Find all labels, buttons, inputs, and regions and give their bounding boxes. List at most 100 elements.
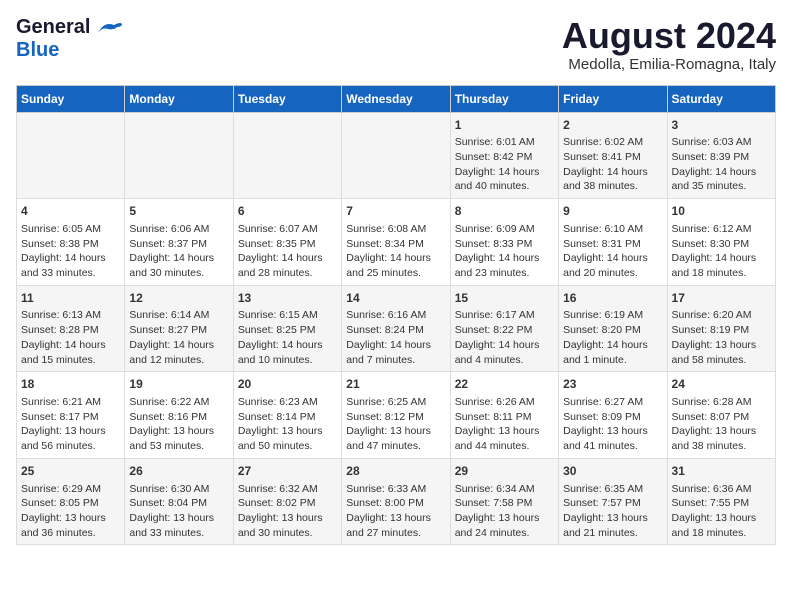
cell-2-4: 15Sunrise: 6:17 AM Sunset: 8:22 PM Dayli… — [450, 285, 558, 372]
cell-1-1: 5 Sunrise: 6:06 AM Sunset: 8:37 PM Daylig… — [125, 199, 233, 286]
day-content: Sunrise: 6:30 AM Sunset: 8:04 PM Dayligh… — [129, 482, 228, 541]
day-number: 22 — [455, 376, 554, 393]
day-content: Sunrise: 6:33 AM Sunset: 8:00 PM Dayligh… — [346, 482, 445, 541]
day-number: 26 — [129, 463, 228, 480]
day-content: Sunrise: 6:17 AM Sunset: 8:22 PM Dayligh… — [455, 308, 554, 367]
cell-0-6: 3Sunrise: 6:03 AM Sunset: 8:39 PM Daylig… — [667, 112, 775, 199]
day-content: Sunrise: 6:08 AM Sunset: 8:34 PM Dayligh… — [346, 222, 445, 281]
day-number: 8 — [455, 203, 554, 220]
logo-blue-text: Blue — [16, 39, 59, 61]
cell-4-6: 31 Sunrise: 6:36 AM Sunset: 7:55 PM Dayli… — [667, 458, 775, 545]
day-content: Sunrise: 6:28 AM Sunset: 8:07 PM Dayligh… — [672, 395, 771, 454]
cell-2-5: 16Sunrise: 6:19 AM Sunset: 8:20 PM Dayli… — [559, 285, 667, 372]
week-row-1: 1Sunrise: 6:01 AM Sunset: 8:42 PM Daylig… — [17, 112, 776, 199]
cell-1-2: 6Sunrise: 6:07 AM Sunset: 8:35 PM Daylig… — [233, 199, 341, 286]
day-number: 10 — [672, 203, 771, 220]
day-number: 4 — [21, 203, 120, 220]
day-number: 16 — [563, 290, 662, 307]
cell-2-6: 17Sunrise: 6:20 AM Sunset: 8:19 PM Dayli… — [667, 285, 775, 372]
cell-4-2: 27Sunrise: 6:32 AM Sunset: 8:02 PM Dayli… — [233, 458, 341, 545]
day-number: 11 — [21, 290, 120, 307]
cell-0-0 — [17, 112, 125, 199]
cell-0-4: 1Sunrise: 6:01 AM Sunset: 8:42 PM Daylig… — [450, 112, 558, 199]
day-number: 30 — [563, 463, 662, 480]
day-number: 27 — [238, 463, 337, 480]
day-content: Sunrise: 6:14 AM Sunset: 8:27 PM Dayligh… — [129, 308, 228, 367]
day-number: 31 — [672, 463, 771, 480]
day-content: Sunrise: 6:02 AM Sunset: 8:41 PM Dayligh… — [563, 135, 662, 194]
header-row: Sunday Monday Tuesday Wednesday Thursday… — [17, 85, 776, 112]
week-row-3: 11Sunrise: 6:13 AM Sunset: 8:28 PM Dayli… — [17, 285, 776, 372]
cell-3-2: 20 Sunrise: 6:23 AM Sunset: 8:14 PM Dayli… — [233, 372, 341, 459]
cell-3-1: 19Sunrise: 6:22 AM Sunset: 8:16 PM Dayli… — [125, 372, 233, 459]
day-content: Sunrise: 6:21 AM Sunset: 8:17 PM Dayligh… — [21, 395, 120, 454]
cell-1-0: 4Sunrise: 6:05 AM Sunset: 8:38 PM Daylig… — [17, 199, 125, 286]
day-content: Sunrise: 6:36 AM Sunset: 7:55 PM Dayligh… — [672, 482, 771, 541]
day-number: 29 — [455, 463, 554, 480]
day-number: 20 — [238, 376, 337, 393]
day-content: Sunrise: 6:06 AM Sunset: 8:37 PM Dayligh… — [129, 222, 228, 281]
day-content: Sunrise: 6:26 AM Sunset: 8:11 PM Dayligh… — [455, 395, 554, 454]
day-number: 17 — [672, 290, 771, 307]
cell-2-2: 13Sunrise: 6:15 AM Sunset: 8:25 PM Dayli… — [233, 285, 341, 372]
day-content: Sunrise: 6:29 AM Sunset: 8:05 PM Dayligh… — [21, 482, 120, 541]
cell-2-3: 14Sunrise: 6:16 AM Sunset: 8:24 PM Dayli… — [342, 285, 450, 372]
cell-3-5: 23 Sunrise: 6:27 AM Sunset: 8:09 PM Dayli… — [559, 372, 667, 459]
col-wednesday: Wednesday — [342, 85, 450, 112]
day-content: Sunrise: 6:07 AM Sunset: 8:35 PM Dayligh… — [238, 222, 337, 281]
cell-3-0: 18 Sunrise: 6:21 AM Sunset: 8:17 PM Dayli… — [17, 372, 125, 459]
cell-4-0: 25 Sunrise: 6:29 AM Sunset: 8:05 PM Dayli… — [17, 458, 125, 545]
day-content: Sunrise: 6:23 AM Sunset: 8:14 PM Dayligh… — [238, 395, 337, 454]
col-sunday: Sunday — [17, 85, 125, 112]
cell-1-3: 7Sunrise: 6:08 AM Sunset: 8:34 PM Daylig… — [342, 199, 450, 286]
day-number: 21 — [346, 376, 445, 393]
day-content: Sunrise: 6:20 AM Sunset: 8:19 PM Dayligh… — [672, 308, 771, 367]
header: General Blue August 2024 Medolla, Emilia… — [16, 16, 776, 73]
day-content: Sunrise: 6:25 AM Sunset: 8:12 PM Dayligh… — [346, 395, 445, 454]
week-row-2: 4Sunrise: 6:05 AM Sunset: 8:38 PM Daylig… — [17, 199, 776, 286]
day-number: 18 — [21, 376, 120, 393]
title-area: August 2024 Medolla, Emilia-Romagna, Ita… — [562, 16, 776, 73]
day-content: Sunrise: 6:27 AM Sunset: 8:09 PM Dayligh… — [563, 395, 662, 454]
day-content: Sunrise: 6:12 AM Sunset: 8:30 PM Dayligh… — [672, 222, 771, 281]
cell-4-1: 26 Sunrise: 6:30 AM Sunset: 8:04 PM Dayli… — [125, 458, 233, 545]
day-number: 1 — [455, 117, 554, 134]
main-title: August 2024 — [562, 16, 776, 56]
week-row-5: 25 Sunrise: 6:29 AM Sunset: 8:05 PM Dayli… — [17, 458, 776, 545]
logo: General Blue — [16, 16, 122, 62]
day-number: 15 — [455, 290, 554, 307]
cell-1-5: 9 Sunrise: 6:10 AM Sunset: 8:31 PM Daylig… — [559, 199, 667, 286]
day-number: 25 — [21, 463, 120, 480]
day-number: 28 — [346, 463, 445, 480]
logo-general-text: General — [16, 16, 90, 39]
logo-bird-icon — [94, 19, 122, 37]
cell-0-1 — [125, 112, 233, 199]
cell-3-4: 22 Sunrise: 6:26 AM Sunset: 8:11 PM Dayli… — [450, 372, 558, 459]
day-number: 23 — [563, 376, 662, 393]
day-number: 2 — [563, 117, 662, 134]
day-number: 5 — [129, 203, 228, 220]
day-content: Sunrise: 6:10 AM Sunset: 8:31 PM Dayligh… — [563, 222, 662, 281]
cell-0-5: 2Sunrise: 6:02 AM Sunset: 8:41 PM Daylig… — [559, 112, 667, 199]
day-content: Sunrise: 6:19 AM Sunset: 8:20 PM Dayligh… — [563, 308, 662, 367]
cell-0-3 — [342, 112, 450, 199]
calendar-table: Sunday Monday Tuesday Wednesday Thursday… — [16, 85, 776, 546]
day-number: 12 — [129, 290, 228, 307]
cell-0-2 — [233, 112, 341, 199]
cell-3-3: 21 Sunrise: 6:25 AM Sunset: 8:12 PM Dayli… — [342, 372, 450, 459]
day-content: Sunrise: 6:15 AM Sunset: 8:25 PM Dayligh… — [238, 308, 337, 367]
col-tuesday: Tuesday — [233, 85, 341, 112]
day-number: 19 — [129, 376, 228, 393]
day-number: 24 — [672, 376, 771, 393]
cell-3-6: 24 Sunrise: 6:28 AM Sunset: 8:07 PM Dayli… — [667, 372, 775, 459]
day-number: 14 — [346, 290, 445, 307]
subtitle: Medolla, Emilia-Romagna, Italy — [562, 56, 776, 73]
col-friday: Friday — [559, 85, 667, 112]
day-number: 3 — [672, 117, 771, 134]
cell-4-5: 30 Sunrise: 6:35 AM Sunset: 7:57 PM Dayli… — [559, 458, 667, 545]
day-content: Sunrise: 6:35 AM Sunset: 7:57 PM Dayligh… — [563, 482, 662, 541]
cell-4-4: 29Sunrise: 6:34 AM Sunset: 7:58 PM Dayli… — [450, 458, 558, 545]
cell-2-0: 11Sunrise: 6:13 AM Sunset: 8:28 PM Dayli… — [17, 285, 125, 372]
col-monday: Monday — [125, 85, 233, 112]
day-number: 9 — [563, 203, 662, 220]
